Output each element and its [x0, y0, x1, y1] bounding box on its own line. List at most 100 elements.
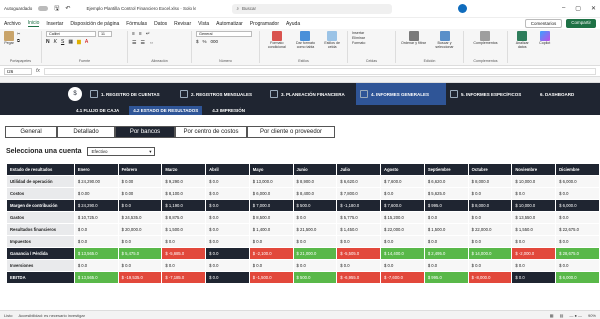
row-label[interactable]: Utilidad de operación — [6, 175, 75, 188]
table-cell[interactable]: $ 995.0 — [423, 271, 469, 284]
table-cell[interactable]: $ 0.0 — [423, 211, 469, 224]
row-label[interactable]: Costos — [6, 187, 75, 200]
table-cell[interactable]: $ 6,000.0 — [555, 199, 600, 212]
table-cell[interactable]: $ 7,600.0 — [380, 199, 425, 212]
formula-input[interactable] — [43, 67, 596, 75]
table-cell[interactable]: $ 7,000.0 — [248, 199, 294, 212]
table-cell[interactable]: $ 21,000.0 — [292, 247, 338, 260]
percent-icon[interactable]: % — [203, 39, 207, 44]
addins-button[interactable]: Complementos — [473, 31, 498, 45]
table-cell[interactable]: $ 0.0 — [161, 235, 207, 248]
merge-icon[interactable]: ⇔ — [149, 40, 154, 46]
nav-tab-registros-mensuales[interactable]: 2. REGISTROS MENSUALES — [176, 83, 266, 105]
table-cell[interactable]: $ 0.0 — [73, 235, 119, 248]
share-button[interactable]: Compartir — [566, 19, 596, 28]
tab-automatizar[interactable]: Automatizar — [216, 21, 243, 27]
table-cell[interactable]: $ -5,505.0 — [336, 247, 382, 260]
table-cell[interactable]: $ 0.0 — [423, 235, 469, 248]
table-cell[interactable]: $ 1,190.0 — [161, 199, 207, 212]
table-cell[interactable]: $ 0.0 — [511, 235, 557, 248]
table-cell[interactable]: $ 1,500.0 — [161, 223, 207, 236]
currency-icon[interactable]: $ — [196, 39, 199, 44]
table-cell[interactable]: $ -1,500.0 — [248, 271, 294, 284]
table-cell[interactable]: $ 0.0 — [248, 259, 294, 272]
table-cell[interactable]: $ 0.0 — [205, 271, 250, 284]
table-cell[interactable]: $ 0.00 — [117, 187, 163, 200]
view-tab-detallado[interactable]: Detallado — [57, 126, 115, 138]
fill-color-icon[interactable]: ▆ — [77, 39, 81, 45]
underline-icon[interactable]: S — [61, 39, 64, 45]
conditional-format-button[interactable]: Formato condicional — [264, 31, 290, 49]
table-cell[interactable]: $ -7,185.0 — [161, 271, 207, 284]
table-cell[interactable]: $ 0.0 — [555, 211, 600, 224]
search-box[interactable]: ⌕ Buscar — [232, 3, 393, 14]
table-cell[interactable]: $ 22,000.0 — [380, 223, 425, 236]
table-cell[interactable]: $ 6,620.0 — [336, 175, 382, 188]
table-cell[interactable]: $ 13,550.0 — [511, 211, 557, 224]
table-cell[interactable]: $ 14,400.0 — [380, 247, 425, 260]
font-name-select[interactable]: Calibri — [46, 31, 96, 37]
avatar[interactable] — [458, 4, 468, 13]
tab-insertar[interactable]: Insertar — [46, 21, 63, 27]
copilot-button[interactable]: Copilot — [535, 31, 554, 45]
italic-icon[interactable]: K — [54, 39, 57, 45]
table-cell[interactable]: $ 0.0 — [205, 175, 250, 188]
table-cell[interactable]: $ 5,775.0 — [336, 211, 382, 224]
table-cell[interactable]: $ 0.0 — [205, 187, 250, 200]
bold-icon[interactable]: N — [46, 39, 50, 45]
table-cell[interactable]: $ 1,550.0 — [511, 223, 557, 236]
font-size-select[interactable]: 11 — [98, 31, 112, 37]
accessibility-status[interactable]: Accesibilidad: es necesario investigar — [18, 313, 84, 318]
table-cell[interactable]: $ 0.0 — [467, 259, 513, 272]
nav-tab-planeacion[interactable]: 3. PLANEACIÓN FINANCIERA — [266, 83, 356, 105]
table-cell[interactable]: $ -6,955.0 — [336, 271, 382, 284]
table-cell[interactable]: $ 0.0 — [248, 235, 294, 248]
table-cell[interactable]: $ 0.0 — [205, 235, 250, 248]
table-cell[interactable]: $ 10,000.0 — [511, 199, 557, 212]
table-cell[interactable]: $ 0.0 — [555, 235, 600, 248]
table-cell[interactable]: $ 0.0 — [467, 211, 513, 224]
autosave-toggle[interactable] — [38, 6, 49, 11]
table-cell[interactable]: $ 22,000.0 — [467, 223, 513, 236]
tab-inicio[interactable]: Inicio — [27, 20, 40, 27]
table-cell[interactable]: $ 22,675.0 — [555, 223, 600, 236]
table-cell[interactable]: $ 0.0 — [205, 199, 250, 212]
table-cell[interactable]: $ 0.0 — [73, 223, 119, 236]
view-tab-por-bancos[interactable]: Por bancos — [115, 126, 175, 138]
cell-styles-button[interactable]: Estilos de celda — [321, 31, 343, 49]
format-table-button[interactable]: Dar formato como tabla — [293, 31, 319, 49]
table-cell[interactable]: $ 0.0 — [380, 187, 425, 200]
table-cell[interactable]: $ 0.0 — [117, 259, 163, 272]
table-cell[interactable]: $ 500.0 — [292, 199, 338, 212]
save-icon[interactable]: 🖫 — [54, 4, 59, 14]
insert-cells-button[interactable]: Insertar — [352, 31, 364, 35]
sort-filter-button[interactable]: Ordenar y filtrar — [400, 31, 427, 45]
tab-datos[interactable]: Datos — [154, 21, 167, 27]
tab-archivo[interactable]: Archivo — [4, 21, 21, 27]
row-label[interactable]: Ganancia / Pérdida — [6, 247, 75, 260]
table-cell[interactable]: $ -2,000.0 — [511, 247, 557, 260]
row-label[interactable]: Impuestos — [6, 235, 75, 248]
table-cell[interactable]: $ 0.0 — [336, 235, 382, 248]
nav-tab-informes-especificos[interactable]: 5. INFORMES ESPECÍFICOS — [446, 83, 536, 105]
undo-icon[interactable]: ↶ — [65, 5, 70, 12]
maximize-icon[interactable]: ▢ — [575, 5, 581, 12]
number-format-select[interactable]: General — [196, 31, 252, 37]
table-cell[interactable]: $ -19,535.0 — [117, 271, 163, 284]
comma-icon[interactable]: 000 — [211, 39, 219, 44]
table-cell[interactable]: $ 6,620.0 — [423, 175, 469, 188]
comments-button[interactable]: Comentarios — [524, 19, 563, 28]
table-cell[interactable]: $ 0.0 — [380, 235, 425, 248]
table-cell[interactable]: $ 10,725.0 — [73, 211, 119, 224]
table-cell[interactable]: $ 13,000.0 — [248, 175, 294, 188]
table-cell[interactable]: $ 8,400.0 — [292, 187, 338, 200]
table-cell[interactable]: $ 13,565.0 — [73, 271, 119, 284]
nav-tab-informes-generales[interactable]: 4. INFORMES GENERALES — [356, 83, 446, 105]
table-cell[interactable]: $ 1,500.0 — [423, 223, 469, 236]
find-select-button[interactable]: Buscar y seleccionar — [430, 31, 459, 49]
view-normal-icon[interactable]: ▦ — [550, 313, 554, 318]
minimize-icon[interactable]: – — [562, 5, 565, 12]
table-cell[interactable]: $ 7,600.0 — [380, 175, 425, 188]
copy-icon[interactable]: ⧉ — [17, 38, 20, 43]
table-cell[interactable]: $ 1,450.0 — [336, 223, 382, 236]
